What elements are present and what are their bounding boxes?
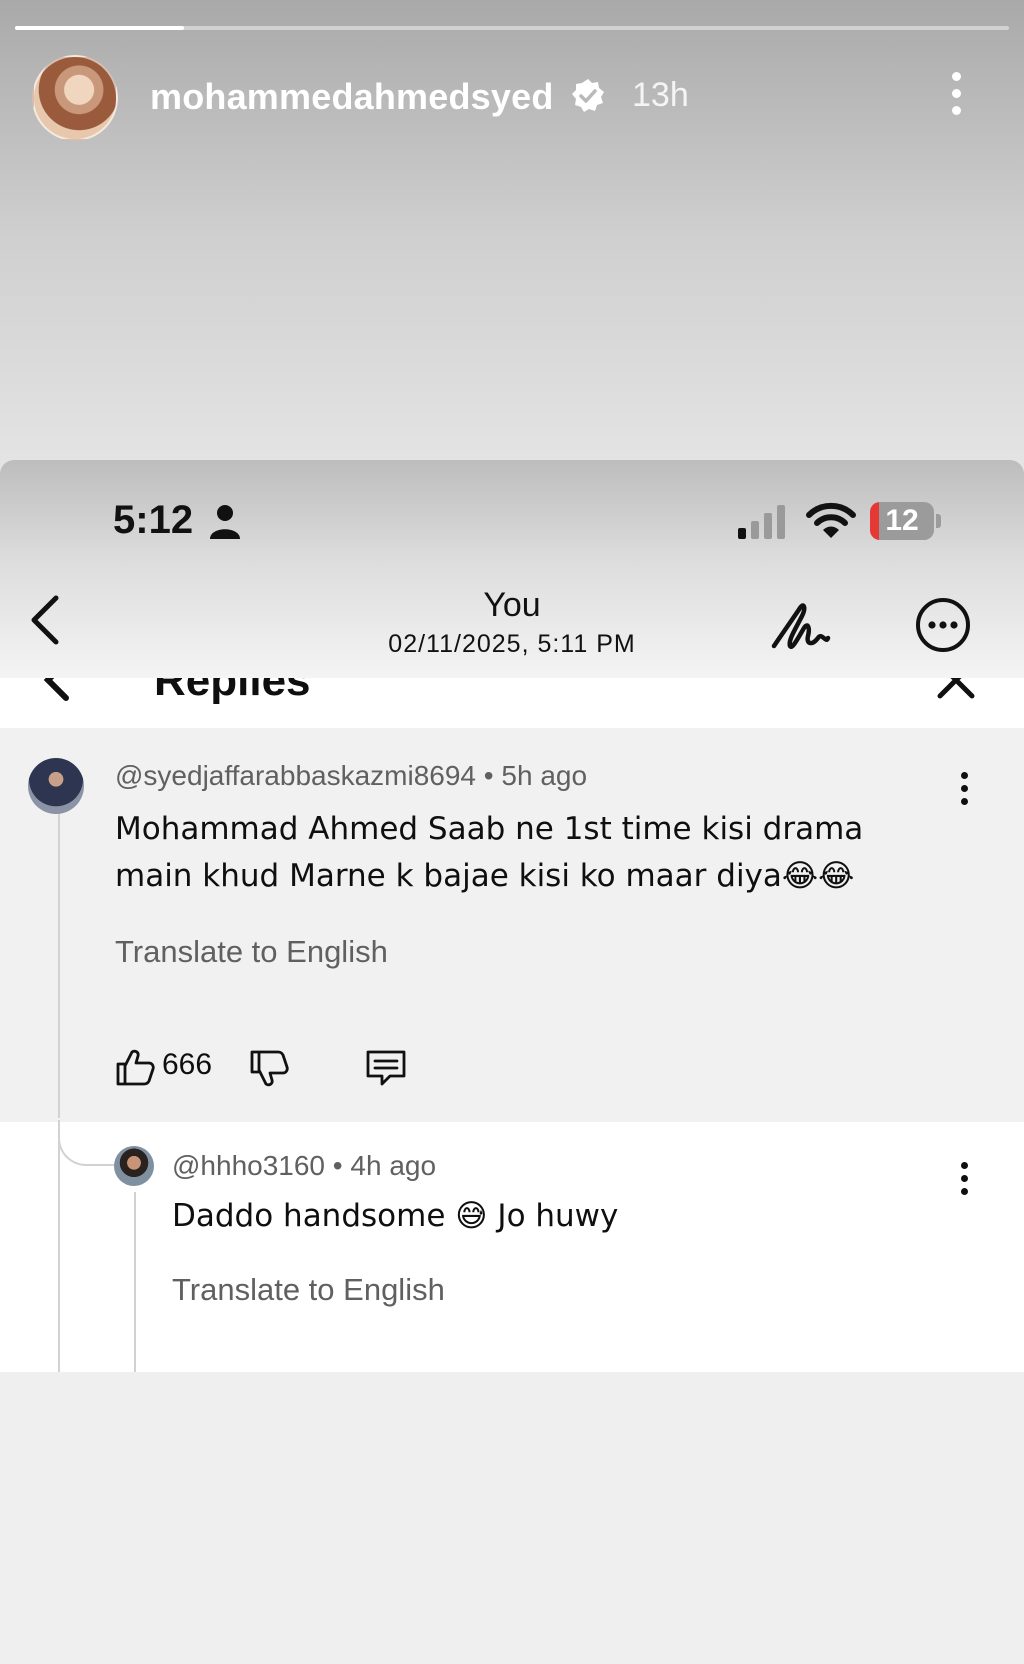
replies-back-icon[interactable]: [40, 678, 74, 702]
story-header: mohammedahmedsyed 13h: [0, 50, 1024, 146]
reply-text: Daddo handsome 😅 Jo huwy: [172, 1198, 619, 1234]
more-options-icon[interactable]: [914, 596, 972, 654]
person-icon: [210, 505, 240, 539]
comment: @syedjaffarabbaskazmi8694 • 5h ago Moham…: [0, 728, 1024, 1122]
comment-meta: @syedjaffarabbaskazmi8694 • 5h ago: [115, 760, 588, 791]
comment-text: Mohammad Ahmed Saab ne 1st time kisi dra…: [115, 811, 864, 894]
story-viewer: mohammedahmedsyed 13h 5:12 12 You 02/11/…: [0, 0, 1024, 1664]
replies-header: Replies: [0, 678, 1024, 729]
story-more-icon[interactable]: [944, 70, 968, 118]
nav-title: You: [483, 586, 541, 624]
thread-line: [134, 1192, 136, 1372]
reply-comment-icon[interactable]: [364, 1046, 408, 1088]
wifi-icon: [806, 502, 856, 538]
like-count: 666: [162, 1048, 213, 1081]
thread-line: [58, 1122, 60, 1372]
embedded-screenshot: 5:12 12 You 02/11/2025, 5:11 PM Replies …: [0, 460, 1024, 1372]
status-bar-time: 5:12: [113, 498, 194, 542]
verified-badge-icon: [572, 79, 604, 112]
story-progress-bar: [15, 26, 1009, 30]
translate-link[interactable]: Translate to English: [172, 1272, 445, 1308]
phone-top-bar: 5:12 12 You 02/11/2025, 5:11 PM: [0, 460, 1024, 679]
cellular-signal-icon: [738, 505, 785, 539]
back-chevron-icon[interactable]: [26, 592, 66, 648]
story-avatar[interactable]: [32, 55, 118, 141]
reply-meta: @hhho3160 • 4h ago: [172, 1150, 437, 1181]
close-icon[interactable]: [936, 678, 976, 700]
thread-connector: [58, 1120, 118, 1166]
comment-author[interactable]: @syedjaffarabbaskazmi8694: [115, 760, 476, 791]
story-time: 13h: [632, 76, 689, 114]
battery-indicator: 12: [870, 502, 942, 540]
like-thumb-up-icon[interactable]: [114, 1046, 156, 1088]
reply-menu-icon[interactable]: [954, 1158, 974, 1198]
reply-time: 4h ago: [350, 1150, 437, 1181]
reply-avatar[interactable]: [114, 1146, 154, 1186]
story-progress-fill: [15, 26, 184, 30]
reply-author[interactable]: @hhho3160: [172, 1150, 325, 1181]
commenter-avatar[interactable]: [28, 758, 84, 814]
thread-line: [58, 798, 60, 1118]
markup-pen-icon[interactable]: [770, 598, 832, 654]
story-username[interactable]: mohammedahmedsyed: [150, 76, 554, 118]
dislike-thumb-down-icon[interactable]: [248, 1048, 290, 1090]
nav-date: 02/11/2025, 5:11 PM: [388, 630, 636, 658]
reply-comment: @hhho3160 • 4h ago Daddo handsome 😅 Jo h…: [0, 1120, 1024, 1372]
comment-menu-icon[interactable]: [954, 768, 974, 808]
battery-percent: 12: [885, 504, 919, 537]
comment-time: 5h ago: [501, 760, 588, 791]
translate-link[interactable]: Translate to English: [115, 934, 388, 970]
replies-title: Replies: [154, 678, 311, 705]
